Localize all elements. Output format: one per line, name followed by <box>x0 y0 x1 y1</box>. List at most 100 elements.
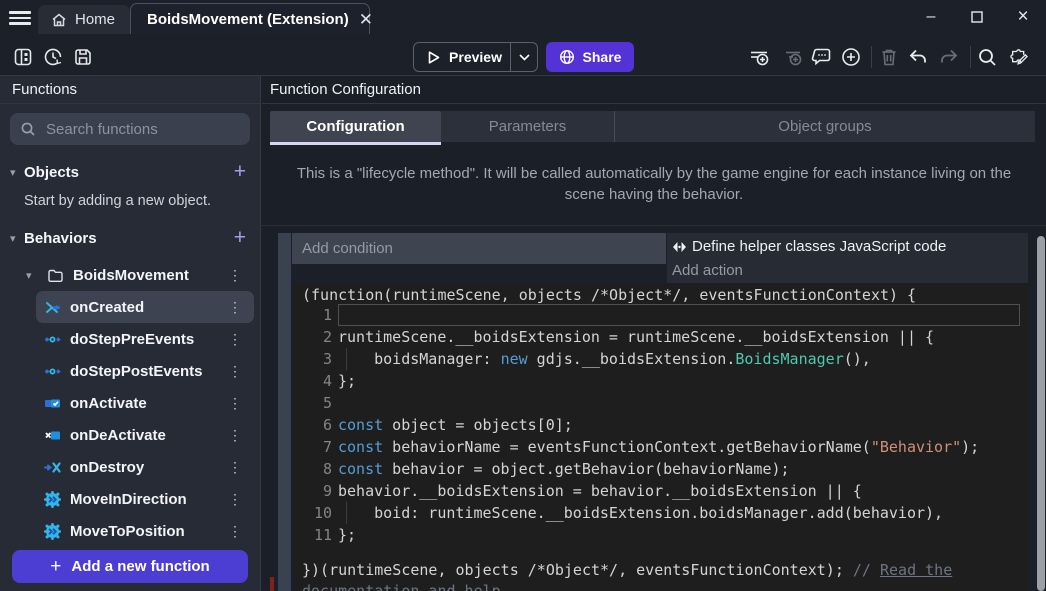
share-button[interactable]: Share <box>546 42 634 72</box>
caret-down-icon[interactable]: ▾ <box>10 232 24 245</box>
line-number: 9 <box>294 480 338 502</box>
kebab-menu-icon[interactable]: ⋮ <box>228 427 242 444</box>
add-condition-button[interactable]: Add condition <box>292 233 666 264</box>
maximize-button[interactable] <box>954 11 1000 23</box>
close-tab-icon[interactable]: ✕ <box>359 11 373 28</box>
add-new-function-button[interactable]: + Add a new function <box>12 550 248 583</box>
tab-object-groups[interactable]: Object groups <box>614 111 1035 142</box>
behaviors-section-header[interactable]: ▾ Behaviors + <box>0 225 260 251</box>
javascript-code-editor[interactable]: (function(runtimeScene, objects /*Object… <box>294 283 1028 591</box>
tree-item-label: onActivate <box>70 395 147 412</box>
tree-item-ondestroy[interactable]: onDestroy ⋮ <box>0 451 260 483</box>
kebab-menu-icon[interactable]: ⋮ <box>228 523 242 540</box>
code-line[interactable]: 4}; <box>294 370 1028 392</box>
add-event-icon[interactable] <box>748 46 770 68</box>
code-line[interactable]: 9behavior.__boidsExtension = behavior.__… <box>294 480 1028 502</box>
edit-extension-icon[interactable] <box>1008 46 1036 68</box>
on-activate-icon <box>44 395 61 412</box>
tab-configuration[interactable]: Configuration <box>270 111 441 142</box>
line-content[interactable]: runtimeScene.__boidsExtension = runtimeS… <box>338 326 1028 348</box>
kebab-menu-icon[interactable]: ⋮ <box>228 459 242 476</box>
caret-down-icon[interactable]: ▾ <box>10 166 24 179</box>
window-controls: – × <box>908 0 1046 34</box>
preview-button[interactable]: Preview <box>413 42 538 72</box>
line-number: 7 <box>294 436 338 458</box>
main-menu-button[interactable] <box>9 11 31 25</box>
preview-dropdown-button[interactable] <box>511 54 537 61</box>
line-number: 10 <box>294 502 338 524</box>
folder-icon <box>47 267 64 284</box>
footer-code: })(runtimeScene, objects /*Object*/, eve… <box>302 561 853 579</box>
kebab-menu-icon[interactable]: ⋮ <box>228 267 242 284</box>
function-gear-icon <box>44 491 61 508</box>
add-circle-icon[interactable] <box>840 46 862 68</box>
kebab-menu-icon[interactable]: ⋮ <box>228 363 242 380</box>
line-content[interactable]: const behaviorName = eventsFunctionConte… <box>338 436 1028 458</box>
event-drag-handle[interactable] <box>278 233 291 591</box>
add-object-button[interactable]: + <box>234 162 246 182</box>
line-content[interactable]: behavior.__boidsExtension = behavior.__b… <box>338 480 1028 502</box>
caret-down-icon[interactable]: ▾ <box>26 269 38 282</box>
kebab-menu-icon[interactable]: ⋮ <box>228 299 242 316</box>
line-content[interactable]: }; <box>338 370 1028 392</box>
code-line[interactable]: 1 <box>294 304 1028 326</box>
comment-icon[interactable] <box>811 46 833 68</box>
tree-item-oncreated[interactable]: onCreated ⋮ <box>36 291 254 323</box>
undo-icon[interactable] <box>907 46 929 68</box>
js-code-action[interactable]: Define helper classes JavaScript code <box>667 233 1028 260</box>
code-line[interactable]: 6const object = objects[0]; <box>294 414 1028 436</box>
objects-empty-hint: Start by adding a new object. <box>0 185 260 209</box>
tree-item-dosteppostevents[interactable]: doStepPostEvents ⋮ <box>0 355 260 387</box>
line-content[interactable] <box>338 304 1020 326</box>
kebab-menu-icon[interactable]: ⋮ <box>228 331 242 348</box>
search-functions-box[interactable] <box>10 113 250 145</box>
kebab-menu-icon[interactable]: ⋮ <box>228 395 242 412</box>
tree-item-dosteppreevents[interactable]: doStepPreEvents ⋮ <box>0 323 260 355</box>
add-subevent-icon[interactable] <box>781 46 803 68</box>
tree-item-ondeactivate[interactable]: onDeActivate ⋮ <box>0 419 260 451</box>
tree-item-onactivate[interactable]: onActivate ⋮ <box>0 387 260 419</box>
minimize-button[interactable]: – <box>908 8 954 26</box>
line-content[interactable]: }; <box>338 524 1028 546</box>
close-window-button[interactable]: × <box>1000 6 1046 28</box>
search-functions-input[interactable] <box>44 120 247 139</box>
tree-item-boidsmovement[interactable]: ▾ BoidsMovement ⋮ <box>0 259 260 291</box>
line-content[interactable]: const object = objects[0]; <box>338 414 1028 436</box>
code-line[interactable]: 10 boid: runtimeScene.__boidsExtension.b… <box>294 502 1028 524</box>
history-icon[interactable] <box>42 46 64 68</box>
functions-panel-title: Functions <box>0 76 260 104</box>
kebab-menu-icon[interactable]: ⋮ <box>228 491 242 508</box>
code-line[interactable]: 2runtimeScene.__boidsExtension = runtime… <box>294 326 1028 348</box>
vertical-scrollbar[interactable] <box>1037 236 1045 591</box>
tab-boidsmovement-extension[interactable]: BoidsMovement (Extension) ✕ <box>130 3 370 34</box>
code-line[interactable]: 5 <box>294 392 1028 414</box>
actions-column: Define helper classes JavaScript code Ad… <box>667 233 1028 283</box>
line-content[interactable]: boidsManager: new gdjs.__boidsExtension.… <box>338 348 1028 370</box>
tab-parameters[interactable]: Parameters <box>441 111 614 142</box>
tree-item-label: BoidsMovement <box>73 267 189 284</box>
line-content[interactable] <box>338 392 1028 414</box>
code-wrapper-footer: })(runtimeScene, objects /*Object*/, eve… <box>294 560 1028 591</box>
save-icon[interactable] <box>72 46 94 68</box>
tree-item-movetoposition[interactable]: MoveToPosition ⋮ <box>0 515 260 547</box>
plus-icon: + <box>50 556 61 578</box>
objects-section-header[interactable]: ▾ Objects + <box>0 159 260 185</box>
code-wrapper-header: (function(runtimeScene, objects /*Object… <box>294 283 1028 304</box>
redo-icon[interactable] <box>938 46 960 68</box>
add-behavior-button[interactable]: + <box>234 228 246 248</box>
tab-home-label: Home <box>75 11 115 28</box>
trash-icon[interactable] <box>878 46 900 68</box>
line-content[interactable]: const behavior = object.getBehavior(beha… <box>338 458 1028 480</box>
search-icon[interactable] <box>976 46 998 68</box>
line-number: 3 <box>294 348 338 370</box>
add-action-button[interactable]: Add action <box>667 260 1028 283</box>
project-manager-icon[interactable] <box>12 46 34 68</box>
line-content[interactable]: boid: runtimeScene.__boidsExtension.boid… <box>338 502 1028 524</box>
code-line[interactable]: 3 boidsManager: new gdjs.__boidsExtensio… <box>294 348 1028 370</box>
tab-home[interactable]: Home <box>38 5 130 34</box>
code-line[interactable]: 11}; <box>294 524 1028 546</box>
code-line[interactable]: 8const behavior = object.getBehavior(beh… <box>294 458 1028 480</box>
tree-item-moveindirection[interactable]: MoveInDirection ⋮ <box>0 483 260 515</box>
code-line[interactable]: 7const behaviorName = eventsFunctionCont… <box>294 436 1028 458</box>
behaviors-tree: ▾ BoidsMovement ⋮ onCreated ⋮ <box>0 259 260 547</box>
